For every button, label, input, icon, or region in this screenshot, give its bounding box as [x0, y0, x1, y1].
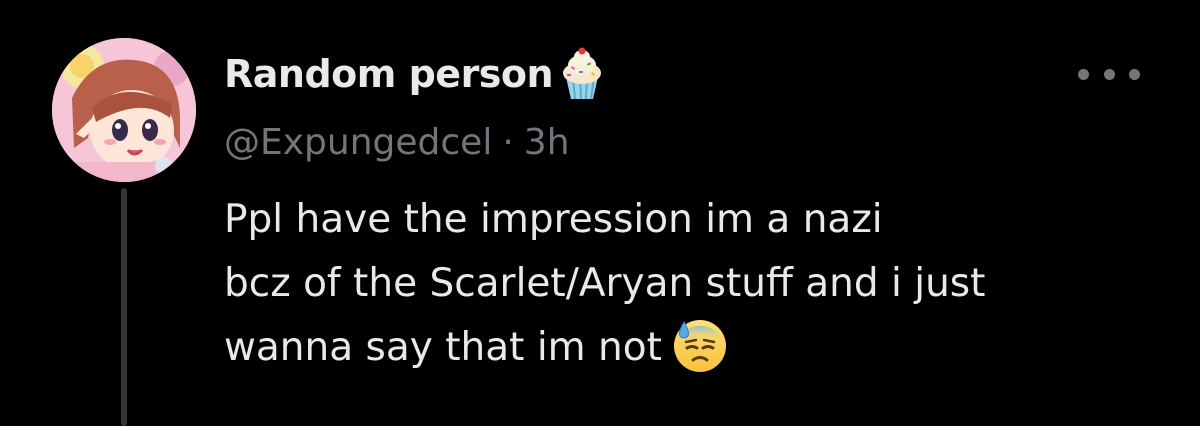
tweet-text-line: bcz of the Scarlet/Aryan stuff and i jus… [224, 261, 986, 306]
tweet-text-line: wanna say that im not [224, 325, 662, 370]
more-horizontal-icon [1129, 68, 1140, 80]
tweet-text-line: Ppl have the impression im a nazi [224, 197, 883, 242]
downcast-face-with-sweat-icon [672, 318, 728, 374]
avatar-anime-girl-icon [52, 38, 196, 182]
more-options-button[interactable] [1078, 56, 1140, 92]
tweet-meta: @Expungedcel · 3h [224, 116, 570, 168]
meta-separator: · [502, 121, 514, 163]
cupcake-icon [557, 47, 607, 101]
tweet-timestamp[interactable]: 3h [524, 122, 570, 163]
tweet-text-line-with-emoji: wanna say that im not [224, 316, 1174, 380]
author-handle[interactable]: @Expungedcel [224, 122, 492, 163]
author-name-row[interactable]: Random person [224, 44, 607, 104]
more-horizontal-icon [1078, 68, 1089, 80]
avatar[interactable] [52, 38, 196, 182]
tweet-body: Ppl have the impression im a nazi bcz of… [224, 188, 1174, 380]
more-horizontal-icon [1103, 68, 1115, 80]
thread-connector-line [121, 188, 127, 426]
tweet-card[interactable]: Random person @Expungedcel · 3h Ppl have… [0, 0, 1200, 426]
author-display-name[interactable]: Random person [224, 52, 554, 96]
